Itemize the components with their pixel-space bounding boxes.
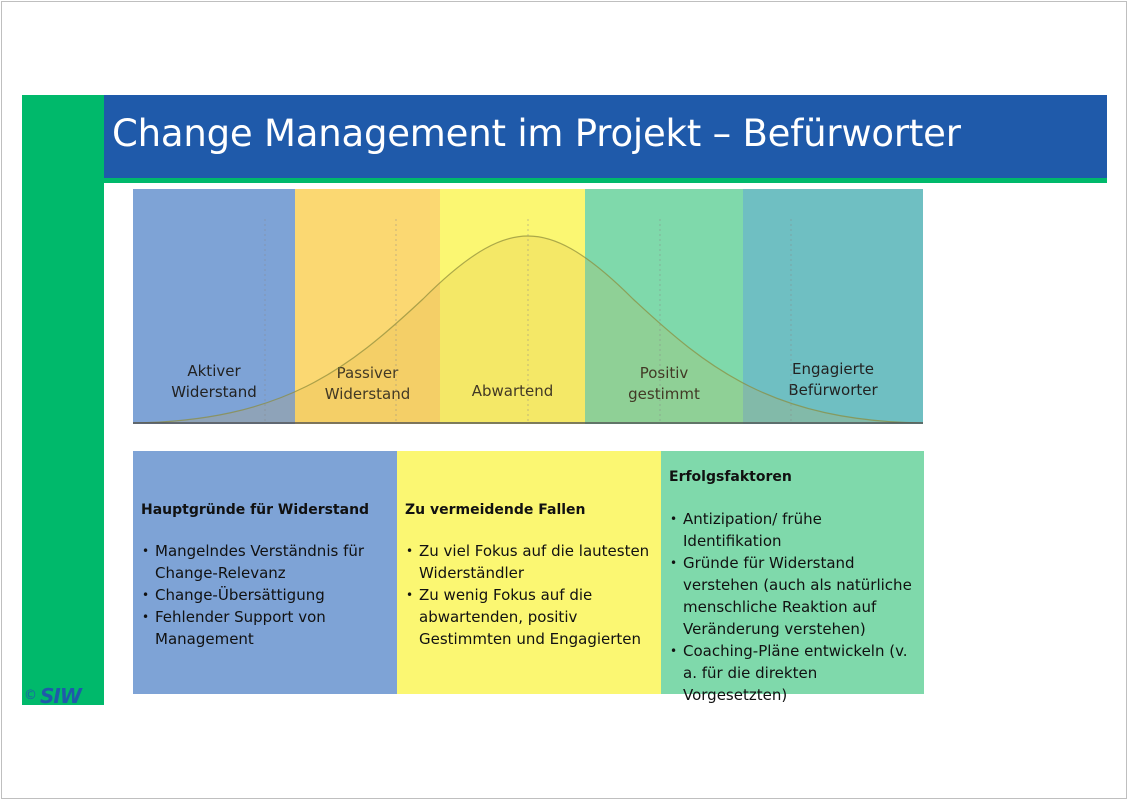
reasons-box: Hauptgründe für Widerstand Mangelndes Ve… [133,451,397,694]
copyright-symbol: © [24,688,37,703]
traps-box: Zu vermeidende Fallen Zu viel Fokus auf … [397,451,661,694]
list-item: Fehlender Support von Management [141,606,391,650]
success-box: Erfolgsfaktoren Antizipation/ frühe Iden… [661,451,924,704]
traps-list: Zu viel Fokus auf die lautesten Widerstä… [405,540,655,650]
list-item: Mangelndes Verständnis für Change-Releva… [141,540,391,584]
page-title: Change Management im Projekt – Befürwort… [112,112,961,155]
traps-heading: Zu vermeidende Fallen [405,502,586,518]
bell-curve [133,219,923,424]
list-item: Antizipation/ frühe Identifikation [669,508,918,552]
success-heading: Erfolgsfaktoren [669,469,792,485]
left-accent-bar [22,95,104,705]
list-item: Change-Übersättigung [141,584,391,606]
reasons-heading: Hauptgründe für Widerstand [141,502,370,518]
list-item: Coaching-Pläne entwickeln (v. a. für die… [669,640,918,706]
list-item: Zu viel Fokus auf die lautesten Widerstä… [405,540,655,584]
list-item: Gründe für Widerstand verstehen (auch al… [669,552,918,640]
reasons-list: Mangelndes Verständnis für Change-Releva… [141,540,391,650]
list-item: Zu wenig Fokus auf die abwartenden, posi… [405,584,655,650]
siw-logo: SIW [40,684,82,708]
title-underline [104,178,1107,183]
success-list: Antizipation/ frühe Identifikation Gründ… [669,508,918,706]
